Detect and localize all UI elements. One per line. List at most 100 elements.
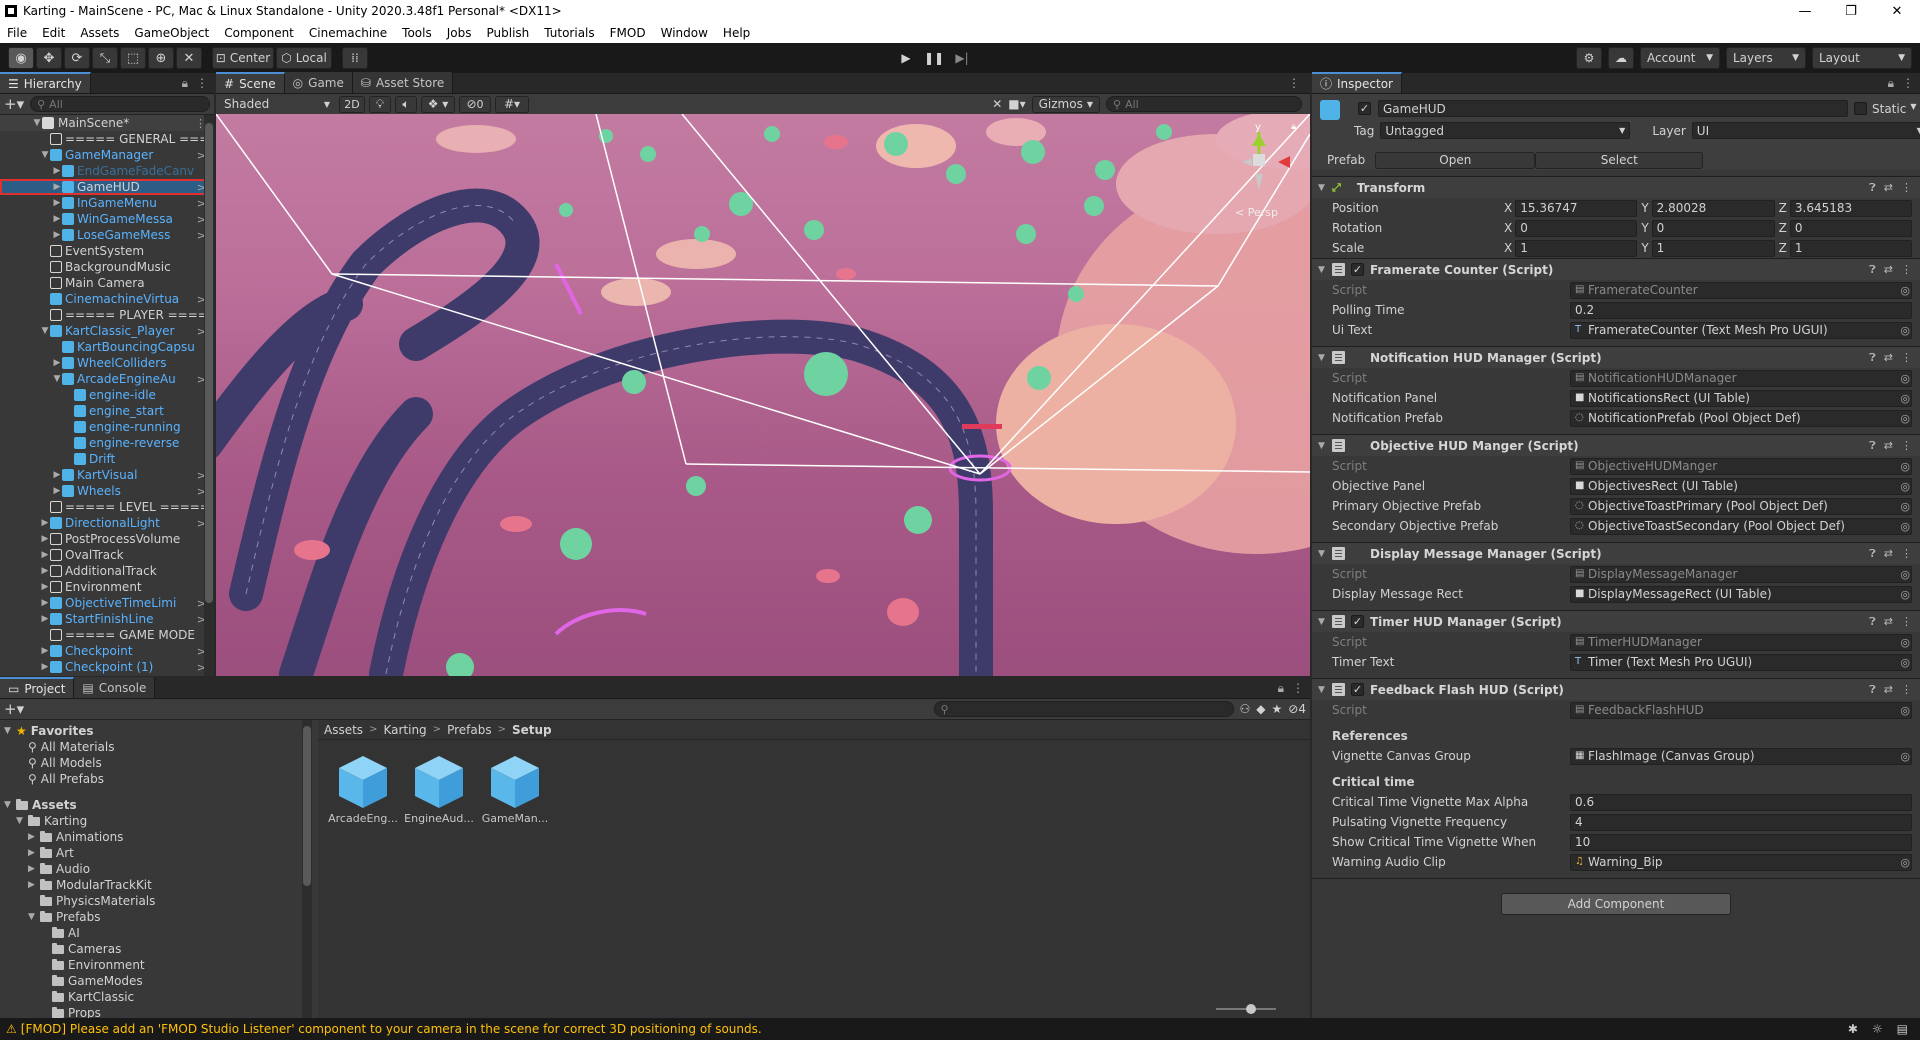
component-header[interactable]: ▼ ✓ Timer HUD Manager (Script) ❓︎ ⇄ ⋮	[1312, 610, 1920, 632]
fold-arrow-icon[interactable]: ▶	[52, 470, 62, 480]
object-picker-icon[interactable]: ◎	[1900, 856, 1910, 869]
tab-asset-store[interactable]: ⛁ Asset Store	[352, 72, 454, 93]
object-reference-field[interactable]: ▤ FeedbackFlashHUD	[1570, 701, 1912, 719]
tag-dropdown[interactable]: Untagged ▼	[1380, 122, 1631, 139]
scrollbar-thumb[interactable]	[205, 123, 213, 603]
fold-arrow-icon[interactable]: ▶	[40, 518, 50, 528]
help-icon[interactable]: ❓︎	[1869, 181, 1876, 195]
object-reference-field[interactable]: ▤ FramerateCounter	[1570, 281, 1912, 299]
hierarchy-item[interactable]: ▼ GameManager >	[0, 147, 214, 163]
tree-item[interactable]: ⚲ All Models	[0, 755, 312, 771]
value-input[interactable]: 10	[1570, 833, 1912, 851]
grid-snap-button[interactable]: ⁞⁞	[342, 47, 368, 69]
asset-tile[interactable]: EngineAud...	[404, 752, 474, 825]
tree-item[interactable]: ▶ ModularTrackKit	[0, 877, 312, 893]
menu-jobs[interactable]: Jobs	[440, 26, 480, 40]
hierarchy-item[interactable]: engine-idle	[0, 387, 214, 403]
component-enabled-checkbox[interactable]: ✓	[1351, 615, 1364, 628]
value-input[interactable]: 0.6	[1570, 793, 1912, 811]
rotation-x-input[interactable]: 0	[1515, 219, 1638, 237]
help-icon[interactable]: ❓︎	[1869, 439, 1876, 453]
object-reference-field[interactable]: ▤ TimerHUDManager	[1570, 633, 1912, 651]
fold-arrow-icon[interactable]: ▼	[28, 912, 40, 922]
lock-icon[interactable]: 🔒︎	[182, 76, 188, 91]
preset-icon[interactable]: ⇄	[1884, 439, 1893, 453]
account-dropdown[interactable]: Account ▼	[1640, 47, 1720, 69]
hierarchy-item-selected[interactable]: ▶ GameHUD >	[0, 179, 214, 195]
hierarchy-scrollbar[interactable]	[204, 115, 214, 676]
scale-z-input[interactable]: 1	[1789, 239, 1912, 257]
collab-button[interactable]: ⚙	[1576, 47, 1602, 69]
shading-mode-dropdown[interactable]: Shaded ▼	[219, 95, 335, 113]
tab-game[interactable]: ◎ Game	[284, 72, 353, 93]
hierarchy-item[interactable]: engine-running	[0, 419, 214, 435]
tab-hierarchy[interactable]: ☰ Hierarchy	[0, 72, 91, 93]
preset-icon[interactable]: ⇄	[1884, 547, 1893, 561]
object-reference-field[interactable]: ◌ NotificationPrefab (Pool Object Def)	[1570, 409, 1912, 427]
hierarchy-item[interactable]: ▶ PostProcessVolume	[0, 531, 214, 547]
grid-dropdown[interactable]: #▾	[495, 95, 529, 113]
effects-dropdown[interactable]: ❖ ▾	[421, 95, 455, 113]
object-picker-icon[interactable]: ◎	[1900, 568, 1910, 581]
rotate-tool-button[interactable]: ⟳	[64, 47, 90, 69]
component-menu-icon[interactable]: ⋮	[1901, 181, 1912, 195]
fold-arrow-icon[interactable]: ▶	[28, 864, 40, 874]
hierarchy-item[interactable]: CinemachineVirtua >	[0, 291, 214, 307]
menu-cinemachine[interactable]: Cinemachine	[302, 26, 395, 40]
hierarchy-item[interactable]: ▶ StartFinishLine >	[0, 611, 214, 627]
object-reference-field[interactable]: ▤ NotificationHUDManager	[1570, 369, 1912, 387]
menu-window[interactable]: Window	[654, 26, 716, 40]
component-enabled-checkbox[interactable]: ✓	[1351, 263, 1364, 276]
component-header[interactable]: ▼ Notification HUD Manager (Script) ❓︎ ⇄ ⋮	[1312, 346, 1920, 368]
fold-arrow-icon[interactable]: ▶	[28, 832, 40, 842]
fold-arrow-icon[interactable]: ▶	[40, 550, 50, 560]
fold-arrow-icon[interactable]: ▶	[40, 614, 50, 624]
lock-icon[interactable]: 🔒︎	[1278, 681, 1284, 696]
hierarchy-item[interactable]: Drift	[0, 451, 214, 467]
layout-dropdown[interactable]: Layout ▼	[1812, 47, 1912, 69]
hierarchy-item[interactable]: ▶ OvalTrack	[0, 547, 214, 563]
fold-arrow-icon[interactable]: ▼	[40, 150, 50, 160]
menu-component[interactable]: Component	[217, 26, 302, 40]
tree-item[interactable]: KartClassic	[0, 989, 312, 1005]
object-reference-field[interactable]: ▤ ObjectiveHUDManger	[1570, 457, 1912, 475]
component-menu-icon[interactable]: ⋮	[1901, 439, 1912, 453]
object-picker-icon[interactable]: ◎	[1900, 480, 1910, 493]
tab-inspector[interactable]: ⓘ Inspector	[1312, 72, 1402, 93]
tree-item[interactable]: Props	[0, 1005, 312, 1018]
menu-tutorials[interactable]: Tutorials	[537, 26, 602, 40]
position-x-input[interactable]: 15.36747	[1515, 199, 1638, 217]
tree-item[interactable]: ▼ Prefabs	[0, 909, 312, 925]
panel-menu-icon[interactable]: ⋮	[196, 76, 208, 90]
hierarchy-item[interactable]: BackgroundMusic	[0, 259, 214, 275]
hierarchy-item[interactable]: ▶ Wheels >	[0, 483, 214, 499]
tree-item[interactable]: Cameras	[0, 941, 312, 957]
scale-tool-button[interactable]: ⤡	[92, 47, 118, 69]
object-reference-field[interactable]: ■ DisplayMessageRect (UI Table)	[1570, 585, 1912, 603]
active-checkbox[interactable]: ✓	[1358, 102, 1371, 115]
fold-arrow-icon[interactable]: ▶	[52, 358, 62, 368]
minimize-button[interactable]: —	[1782, 4, 1828, 19]
object-reference-field[interactable]: ■ ObjectivesRect (UI Table)	[1570, 477, 1912, 495]
hierarchy-item[interactable]: ===== GENERAL ===	[0, 131, 214, 147]
object-picker-icon[interactable]: ◎	[1900, 284, 1910, 297]
tree-item[interactable]: Environment	[0, 957, 312, 973]
fold-arrow-icon[interactable]: ▶	[40, 566, 50, 576]
pause-button[interactable]: ❚❚	[921, 47, 947, 69]
help-icon[interactable]: ❓︎	[1869, 683, 1876, 697]
fold-arrow-icon[interactable]: ▶	[52, 486, 62, 496]
fold-arrow-icon[interactable]: ▼	[4, 800, 16, 810]
fold-arrow-icon[interactable]: ▼	[16, 816, 28, 826]
component-header[interactable]: ▼ ✓ Feedback Flash HUD (Script) ❓︎ ⇄ ⋮	[1312, 678, 1920, 700]
fold-arrow-icon[interactable]: ▶	[40, 646, 50, 656]
filter-by-label-icon[interactable]: ◆	[1256, 702, 1265, 716]
zoom-slider[interactable]	[1216, 1004, 1276, 1014]
tree-item[interactable]: ▼ Assets	[0, 797, 312, 813]
object-picker-icon[interactable]: ◎	[1900, 412, 1910, 425]
transform-header[interactable]: ▼ ⤢ Transform ❓︎ ⇄ ⋮	[1312, 176, 1920, 198]
menu-file[interactable]: File	[0, 26, 35, 40]
gizmo-lock-icon[interactable]: 🔒︎	[1291, 122, 1296, 132]
hierarchy-item[interactable]: engine-reverse	[0, 435, 214, 451]
fold-arrow-icon[interactable]: ▼	[40, 326, 50, 336]
hierarchy-item[interactable]: ===== PLAYER ====	[0, 307, 214, 323]
